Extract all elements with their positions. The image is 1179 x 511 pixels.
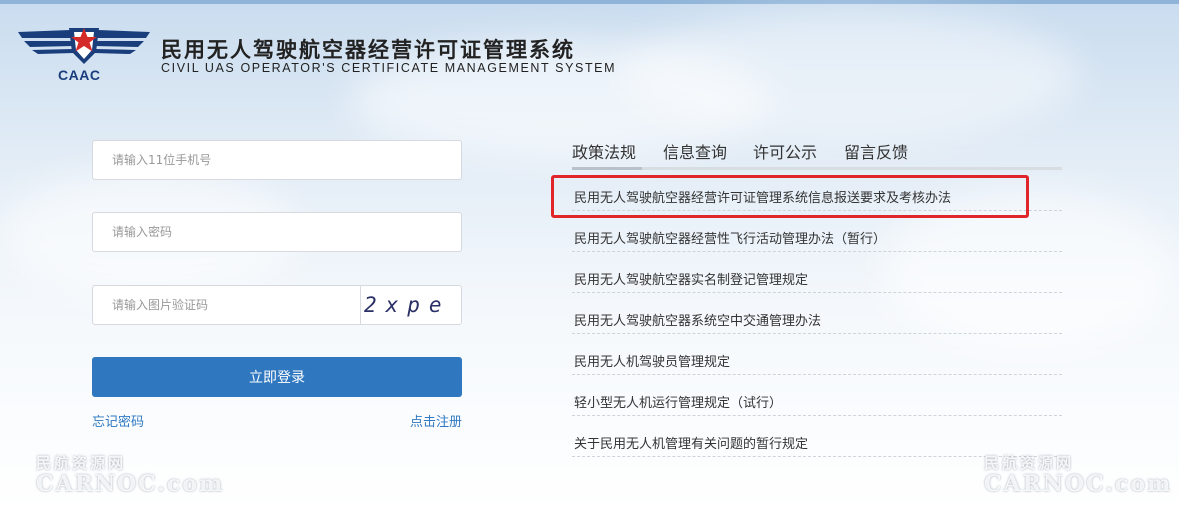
list-item[interactable]: 民用无人驾驶航空器系统空中交通管理办法: [572, 293, 1062, 334]
forgot-password-link[interactable]: 忘记密码: [92, 411, 144, 430]
phone-input[interactable]: [93, 141, 461, 179]
tab-policy[interactable]: 政策法规: [572, 139, 636, 163]
tab-feedback[interactable]: 留言反馈: [844, 139, 908, 163]
tab-license-publicity[interactable]: 许可公示: [753, 139, 817, 163]
list-item[interactable]: 轻小型无人机运行管理规定（试行）: [572, 375, 1062, 416]
system-title-en: CIVIL UAS OPERATOR'S CERTIFICATE MANAGEM…: [161, 61, 617, 75]
site-header: CAAC 民用无人驾驶航空器经营许可证管理系统 CIVIL UAS OPERAT…: [14, 20, 624, 90]
password-input[interactable]: [93, 213, 461, 251]
system-title-cn: 民用无人驾驶航空器经营许可证管理系统: [161, 38, 575, 62]
list-item[interactable]: 民用无人机驾驶员管理规定: [572, 334, 1062, 375]
caac-logo[interactable]: CAAC: [14, 20, 154, 83]
captcha-input[interactable]: [93, 286, 360, 324]
watermark-en: CARNOC.com: [36, 471, 225, 497]
phone-field[interactable]: [92, 140, 462, 180]
captcha-image[interactable]: 2xpe: [360, 285, 462, 325]
login-button[interactable]: 立即登录: [92, 357, 462, 397]
watermark-cn: 民航资源网: [36, 454, 127, 472]
background-cloud: [620, 10, 1080, 140]
caac-logo-icon: [18, 28, 150, 64]
list-item[interactable]: 关于民用无人机管理有关问题的暂行规定: [572, 416, 1062, 457]
top-accent-bar: [0, 0, 1179, 4]
watermark-left: 民航资源网 CARNOC.com: [36, 452, 224, 497]
tab-info-query[interactable]: 信息查询: [663, 139, 727, 163]
watermark-right: 民航资源网 CARNOC.com: [984, 452, 1172, 497]
list-item[interactable]: 民用无人驾驶航空器实名制登记管理规定: [572, 252, 1062, 293]
watermark-en: CARNOC.com: [984, 471, 1173, 497]
logo-text: CAAC: [58, 67, 101, 83]
highlight-annotation-box: [551, 175, 1029, 218]
captcha-field[interactable]: [92, 285, 360, 325]
password-field[interactable]: [92, 212, 462, 252]
register-link[interactable]: 点击注册: [410, 411, 462, 430]
watermark-cn: 民航资源网: [984, 454, 1075, 472]
